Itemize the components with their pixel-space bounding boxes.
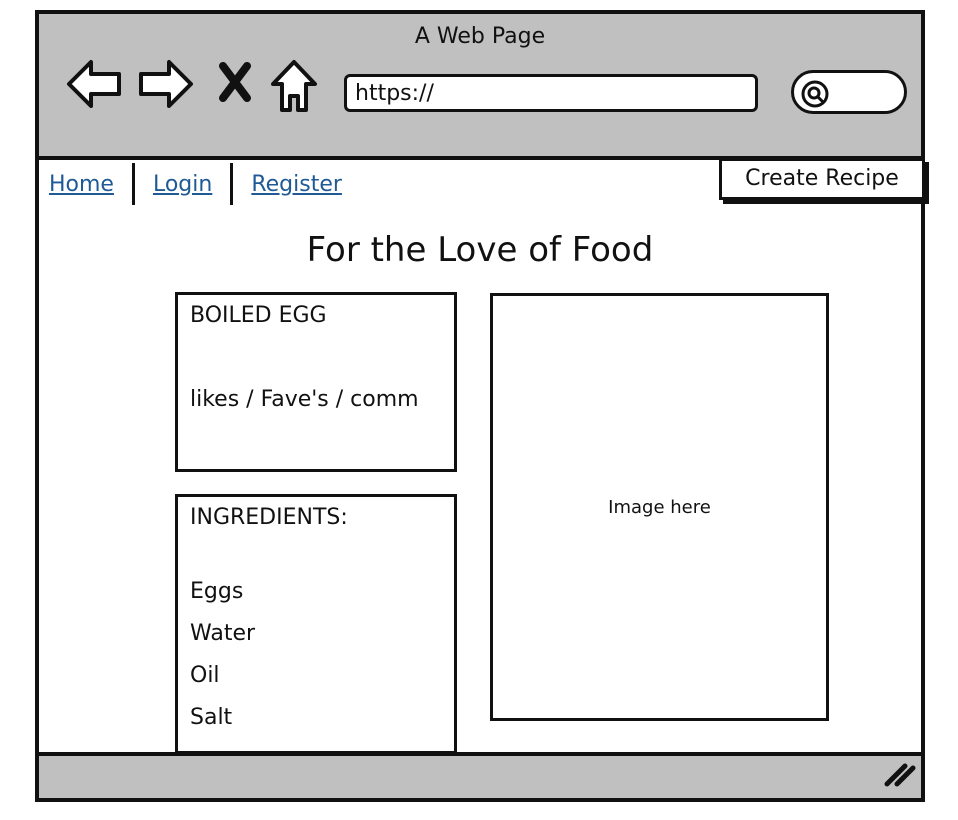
ingredient-item: Oil [190,663,220,688]
address-bar[interactable] [344,74,758,112]
ingredient-item: Water [190,621,256,646]
ingredients-heading: INGREDIENTS: [190,505,348,530]
status-bar [39,752,921,798]
ingredient-item: Salt [190,705,233,730]
browser-toolbar: A Web Page [39,14,921,160]
resize-grip-icon[interactable] [883,760,917,792]
stop-icon[interactable] [217,62,253,106]
image-placeholder-label: Image here [608,496,711,518]
window-title: A Web Page [414,24,546,49]
browser-window: A Web Page https:// Home Login Register … [35,10,925,802]
ingredients-list: Eggs Water Oil Salt [190,571,442,739]
recipe-title: BOILED EGG [190,303,327,328]
recipe-image-placeholder: Image here [490,293,829,721]
search-field[interactable] [791,70,907,114]
recipe-meta[interactable]: likes / Fave's / comm [190,385,442,415]
login-link[interactable]: Login [149,172,216,197]
search-icon [801,80,829,108]
link-divider [230,163,234,205]
ingredient-item: Eggs [190,579,244,604]
recipe-summary-card[interactable]: BOILED EGG likes / Fave's / comm [175,292,457,472]
forward-icon[interactable] [137,58,195,114]
page-title: For the Love of Food [306,230,654,270]
home-link[interactable]: Home [45,172,118,197]
home-icon[interactable] [269,58,319,118]
create-recipe-button[interactable]: Create Recipe [719,158,925,200]
ingredients-card: INGREDIENTS: Eggs Water Oil Salt [175,494,457,754]
back-icon[interactable] [65,58,123,114]
link-divider [131,163,135,205]
register-link[interactable]: Register [247,172,346,197]
nav-links: Home Login Register [45,162,346,206]
